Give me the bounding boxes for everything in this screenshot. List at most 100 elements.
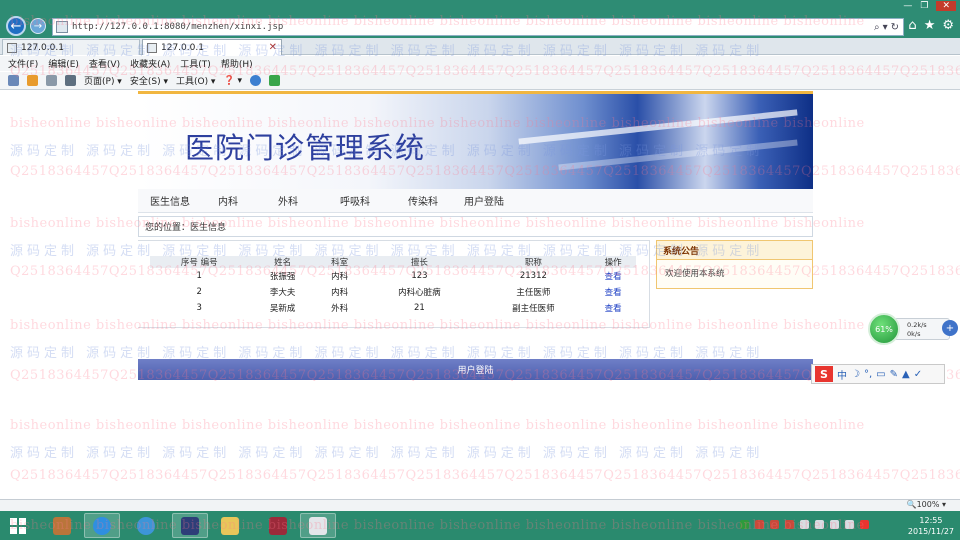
menu-file[interactable]: 文件(F) [8, 57, 38, 70]
browser-statusbar: 🔍100% ▾ [0, 499, 960, 511]
print-icon[interactable] [65, 75, 76, 86]
nav-surgery[interactable]: 外科 [274, 193, 302, 208]
view-link[interactable]: 查看 [590, 268, 636, 284]
tray-network-icon[interactable] [815, 520, 824, 529]
forward-button[interactable]: → [30, 18, 46, 34]
tab-page-icon [147, 42, 157, 53]
ie-browser-icon [93, 516, 111, 535]
network-speed-widget[interactable]: 0.2k/s 0k/s 61% + [868, 313, 958, 345]
taskbar-app-explorer[interactable] [212, 513, 248, 538]
search-icon[interactable]: ⌕ [874, 22, 880, 33]
tray-ime-icon[interactable] [845, 520, 854, 529]
footer-login-bar[interactable]: 用户登陆 [138, 359, 813, 380]
back-button[interactable]: ← [6, 16, 26, 36]
address-url[interactable]: http://127.0.0.1:8080/menzhen/xinxi.jsp [72, 22, 874, 32]
moon-icon[interactable]: ☽ [851, 369, 860, 380]
tab-label: 127.0.0.1 [21, 42, 64, 53]
content-row: 序号 编号 姓名 科室 擅长 职称 操作 1 张振强 内科 123 21312 … [138, 240, 813, 355]
minimize-icon[interactable]: — [903, 1, 912, 11]
onenote-icon[interactable] [269, 75, 281, 86]
skin-icon[interactable]: ✎ [890, 369, 898, 380]
browser-tools: ⌂ ★ ⚙ [908, 18, 954, 33]
hospital-site: 医院门诊管理系统 医生信息 内科 外科 呼吸科 传染科 用户登陆 您的位置：医生… [138, 91, 813, 355]
folder-icon [221, 516, 239, 535]
browser-tab[interactable]: 127.0.0.1 [2, 39, 140, 55]
chinese-mode-icon[interactable]: 中 [837, 367, 847, 382]
clock-time: 12:55 [919, 516, 943, 525]
menu-view[interactable]: 查看(V) [89, 57, 120, 70]
ime-toolbar[interactable]: S 中 ☽ °, ▭ ✎ ▲ ✓ [811, 364, 945, 384]
view-link[interactable]: 查看 [590, 300, 636, 316]
sogou-ime-icon[interactable]: S [815, 366, 833, 382]
cell-name: 吴新成 [269, 304, 296, 314]
header-index: 序号 编号 [150, 256, 249, 268]
address-bar[interactable]: http://127.0.0.1:8080/menzhen/xinxi.jsp … [52, 18, 904, 36]
system-tray [740, 520, 869, 529]
shirt-icon[interactable]: ▲ [902, 369, 910, 380]
table-header-row: 序号 编号 姓名 科室 擅长 职称 操作 [150, 256, 636, 268]
home-page-icon[interactable] [8, 75, 19, 86]
settings-gear-icon[interactable]: ⚙ [942, 18, 954, 33]
home-icon[interactable]: ⌂ [908, 18, 916, 33]
menu-bar: 文件(F) 编辑(E) 查看(V) 收藏夹(A) 工具(T) 帮助(H) [0, 56, 960, 71]
taskbar-app-book[interactable] [44, 513, 80, 538]
taskbar-app-eclipse[interactable] [172, 513, 208, 538]
tray-volume-icon[interactable] [830, 520, 839, 529]
notice-title: 系统公告 [657, 241, 812, 260]
page-menu[interactable]: 页面(P) ▾ [84, 74, 122, 87]
view-link[interactable]: 查看 [590, 284, 636, 300]
menu-tools[interactable]: 工具(T) [180, 57, 211, 70]
keyboard-icon[interactable]: ▭ [876, 369, 885, 380]
java-icon [309, 516, 327, 535]
tray-monitor-icon[interactable] [800, 520, 809, 529]
tray-user-icon[interactable] [785, 520, 794, 529]
tray-flag-icon[interactable] [740, 520, 749, 529]
taskbar-app-browser2[interactable] [128, 513, 164, 538]
menu-help[interactable]: 帮助(H) [221, 57, 253, 70]
research-icon[interactable] [250, 75, 262, 86]
page-viewport: 医院门诊管理系统 医生信息 内科 外科 呼吸科 传染科 用户登陆 您的位置：医生… [0, 91, 960, 499]
banner-streak [518, 109, 798, 145]
punctuation-icon[interactable]: °, [864, 369, 872, 380]
taskbar-app-ie[interactable] [84, 513, 120, 538]
cell-name: 李大夫 [269, 288, 296, 298]
favorites-star-icon[interactable]: ★ [924, 18, 936, 33]
site-title: 医院门诊管理系统 [185, 131, 426, 165]
dropdown-icon[interactable]: ▾ [883, 22, 888, 33]
tab-close-icon[interactable]: ✕ [269, 42, 277, 53]
nav-infectious[interactable]: 传染科 [404, 193, 442, 208]
mail-icon[interactable] [46, 75, 57, 86]
nav-doctor-info[interactable]: 医生信息 [146, 193, 194, 208]
archive-icon [269, 516, 287, 535]
taskbar-clock[interactable]: 12:55 2015/11/27 [908, 515, 954, 537]
menu-favorites[interactable]: 收藏夹(A) [130, 57, 170, 70]
tray-user-icon[interactable] [755, 520, 764, 529]
cell-id: 1 [196, 271, 202, 281]
zoom-level[interactable]: 🔍100% ▾ [907, 500, 946, 509]
nav-internal[interactable]: 内科 [214, 193, 242, 208]
cell-specialty: 内科心脏病 [398, 288, 441, 298]
feeds-icon[interactable] [27, 75, 38, 86]
nav-user-login[interactable]: 用户登陆 [460, 193, 508, 208]
refresh-icon[interactable]: ↻ [891, 22, 899, 33]
menu-edit[interactable]: 编辑(E) [48, 57, 79, 70]
forward-arrow-icon: → [33, 20, 43, 32]
browser-tab-active[interactable]: 127.0.0.1 ✕ [142, 39, 282, 55]
tray-user-icon[interactable] [770, 520, 779, 529]
wrench-icon[interactable]: ✓ [914, 369, 922, 380]
taskbar-app-java[interactable] [300, 513, 336, 538]
help-menu[interactable]: ❓ ▾ [223, 76, 242, 86]
close-icon[interactable]: ✕ [936, 1, 956, 11]
nav-respiratory[interactable]: 呼吸科 [336, 193, 374, 208]
back-arrow-icon: ← [10, 18, 22, 34]
tools-menu[interactable]: 工具(O) ▾ [176, 74, 216, 87]
windows-start-icon[interactable] [10, 518, 26, 534]
cell-title: 副主任医师 [512, 304, 555, 314]
safety-menu[interactable]: 安全(S) ▾ [130, 74, 168, 87]
restore-icon[interactable]: ❐ [920, 1, 928, 11]
tray-sogou-icon[interactable] [860, 520, 869, 529]
header-name: 姓名 [248, 256, 317, 268]
taskbar-app-archive[interactable] [260, 513, 296, 538]
boost-plus-icon[interactable]: + [942, 320, 958, 336]
cell-specialty: 21 [414, 303, 425, 313]
